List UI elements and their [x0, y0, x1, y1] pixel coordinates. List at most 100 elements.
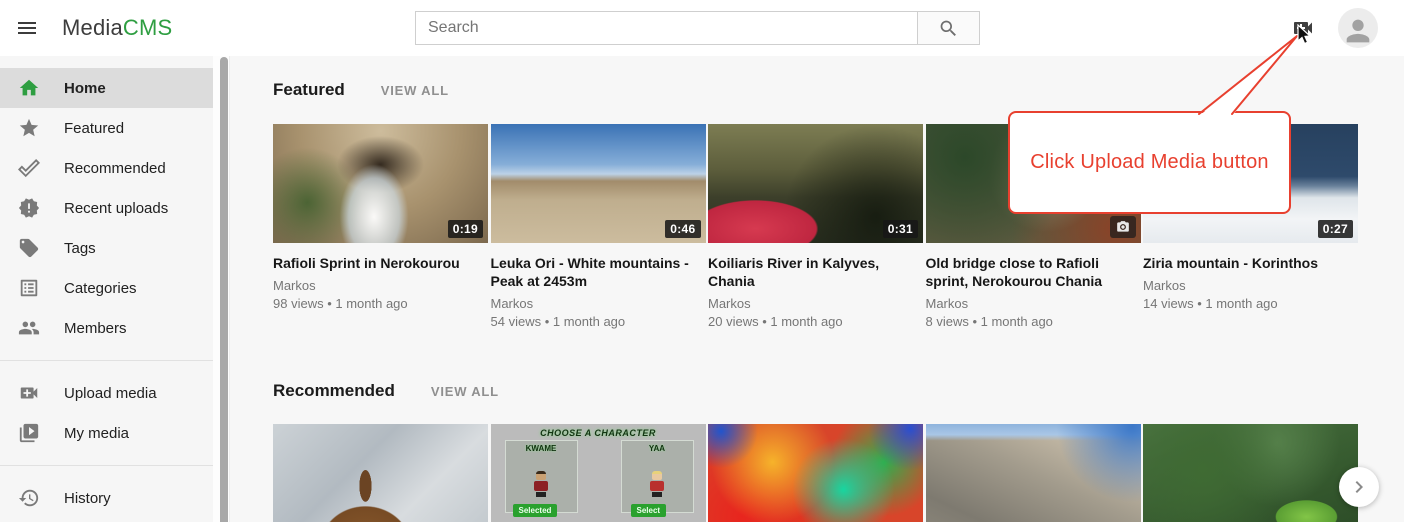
- media-card: CHOOSE A CHARACTER KWAME YAA Selected Se…: [491, 424, 706, 522]
- media-thumbnail[interactable]: [273, 424, 488, 522]
- media-meta: 98 views • 1 month ago: [273, 296, 488, 311]
- media-thumbnail[interactable]: 0:19: [273, 124, 488, 243]
- game-character-sprite: [534, 471, 548, 497]
- sidebar-item-label: Recent uploads: [64, 200, 168, 217]
- media-thumbnail[interactable]: [708, 424, 923, 522]
- sidebar-item-upload-media[interactable]: Upload media: [0, 373, 213, 413]
- sidebar: Home Featured Recommended Recent uploads…: [0, 56, 213, 522]
- sidebar-item-label: Tags: [64, 240, 96, 257]
- game-character-panel: KWAME: [505, 440, 578, 513]
- media-card: [1143, 424, 1358, 522]
- media-title[interactable]: Koiliaris River in Kalyves, Chania: [708, 254, 918, 290]
- sidebar-item-categories[interactable]: Categories: [0, 268, 213, 308]
- sidebar-item-my-media[interactable]: My media: [0, 413, 213, 453]
- upload-media-icon[interactable]: [1291, 16, 1315, 40]
- search-input[interactable]: [415, 11, 917, 45]
- sidebar-scrollbar-thumb[interactable]: [220, 57, 228, 522]
- media-title[interactable]: Leuka Ori - White mountains - Peak at 24…: [491, 254, 701, 290]
- sidebar-item-members[interactable]: Members: [0, 308, 213, 348]
- media-meta: 14 views • 1 month ago: [1143, 296, 1358, 311]
- sidebar-item-history[interactable]: History: [0, 478, 213, 518]
- game-character-name: KWAME: [506, 444, 577, 453]
- media-card: 0:46 Leuka Ori - White mountains - Peak …: [491, 124, 706, 329]
- sidebar-item-label: Upload media: [64, 385, 157, 402]
- game-selected-button: Selected: [513, 504, 558, 517]
- top-bar: MediaCMS: [0, 0, 1404, 56]
- check-icon: [18, 157, 40, 179]
- featured-view-all-link[interactable]: VIEW ALL: [381, 83, 449, 98]
- media-card: [273, 424, 488, 522]
- sidebar-item-label: Featured: [64, 120, 124, 137]
- section-title: Featured: [273, 80, 345, 100]
- media-author: Markos: [926, 296, 1141, 311]
- chevron-right-icon: [1347, 475, 1371, 499]
- media-title[interactable]: Old bridge close to Rafioli sprint, Nero…: [926, 254, 1136, 290]
- media-card: 0:31 Koiliaris River in Kalyves, Chania …: [708, 124, 923, 329]
- new-releases-icon: [18, 197, 40, 219]
- duration-badge: 0:31: [883, 220, 918, 238]
- members-icon: [18, 317, 40, 339]
- duration-badge: 0:27: [1318, 220, 1353, 238]
- search-bar: [415, 11, 980, 45]
- media-author: Markos: [1143, 278, 1358, 293]
- media-meta: 20 views • 1 month ago: [708, 314, 923, 329]
- my-media-icon: [18, 422, 40, 444]
- media-card: [708, 424, 923, 522]
- media-card: [926, 424, 1141, 522]
- media-card: 0:19 Rafioli Sprint in Nerokourou Markos…: [273, 124, 488, 329]
- sidebar-item-label: Recommended: [64, 160, 166, 177]
- duration-badge: 0:19: [448, 220, 483, 238]
- app-logo[interactable]: MediaCMS: [62, 14, 172, 42]
- sidebar-item-label: Members: [64, 320, 127, 337]
- media-meta: 8 views • 1 month ago: [926, 314, 1141, 329]
- carousel-next-button[interactable]: [1339, 467, 1379, 507]
- game-character-sprite: [650, 471, 664, 497]
- featured-section-header: Featured VIEW ALL: [273, 80, 449, 100]
- star-icon: [18, 117, 40, 139]
- sidebar-item-label: History: [64, 490, 111, 507]
- sidebar-scrollbar-track: [213, 56, 230, 522]
- sidebar-item-recommended[interactable]: Recommended: [0, 148, 213, 188]
- media-thumbnail[interactable]: [1143, 424, 1358, 522]
- sidebar-item-label: Home: [64, 80, 106, 97]
- recommended-cards-row: CHOOSE A CHARACTER KWAME YAA Selected Se…: [273, 424, 1358, 522]
- media-thumbnail[interactable]: [926, 424, 1141, 522]
- media-thumbnail[interactable]: CHOOSE A CHARACTER KWAME YAA Selected Se…: [491, 424, 706, 522]
- upload-media-icon: [18, 382, 40, 404]
- sidebar-divider: [0, 360, 213, 361]
- section-title: Recommended: [273, 381, 395, 401]
- recommended-view-all-link[interactable]: VIEW ALL: [431, 384, 499, 399]
- media-author: Markos: [273, 278, 488, 293]
- media-author: Markos: [491, 296, 706, 311]
- sidebar-divider: [0, 465, 213, 466]
- recommended-section-header: Recommended VIEW ALL: [273, 381, 499, 401]
- camera-icon: [1110, 216, 1136, 238]
- tag-icon: [18, 237, 40, 259]
- media-meta: 54 views • 1 month ago: [491, 314, 706, 329]
- logo-text-cms: CMS: [123, 15, 173, 40]
- sidebar-item-featured[interactable]: Featured: [0, 108, 213, 148]
- logo-text-media: Media: [62, 15, 123, 40]
- menu-icon[interactable]: [15, 16, 39, 40]
- search-button[interactable]: [917, 11, 980, 45]
- game-character-panel: YAA: [621, 440, 694, 513]
- media-thumbnail[interactable]: 0:31: [708, 124, 923, 243]
- media-title[interactable]: Ziria mountain - Korinthos: [1143, 254, 1353, 272]
- user-avatar[interactable]: [1338, 8, 1378, 48]
- sidebar-item-home[interactable]: Home: [0, 68, 213, 108]
- sidebar-item-tags[interactable]: Tags: [0, 228, 213, 268]
- sidebar-item-recent-uploads[interactable]: Recent uploads: [0, 188, 213, 228]
- sidebar-item-label: Categories: [64, 280, 137, 297]
- duration-badge: 0:46: [665, 220, 700, 238]
- game-thumb-heading: CHOOSE A CHARACTER: [491, 428, 706, 438]
- categories-icon: [18, 277, 40, 299]
- media-thumbnail[interactable]: 0:46: [491, 124, 706, 243]
- sidebar-item-label: My media: [64, 425, 129, 442]
- home-icon: [18, 77, 40, 99]
- annotation-callout: Click Upload Media button: [1008, 111, 1291, 214]
- media-title[interactable]: Rafioli Sprint in Nerokourou: [273, 254, 483, 272]
- history-icon: [18, 487, 40, 509]
- search-icon: [938, 18, 959, 39]
- annotation-text: Click Upload Media button: [1030, 151, 1268, 174]
- media-author: Markos: [708, 296, 923, 311]
